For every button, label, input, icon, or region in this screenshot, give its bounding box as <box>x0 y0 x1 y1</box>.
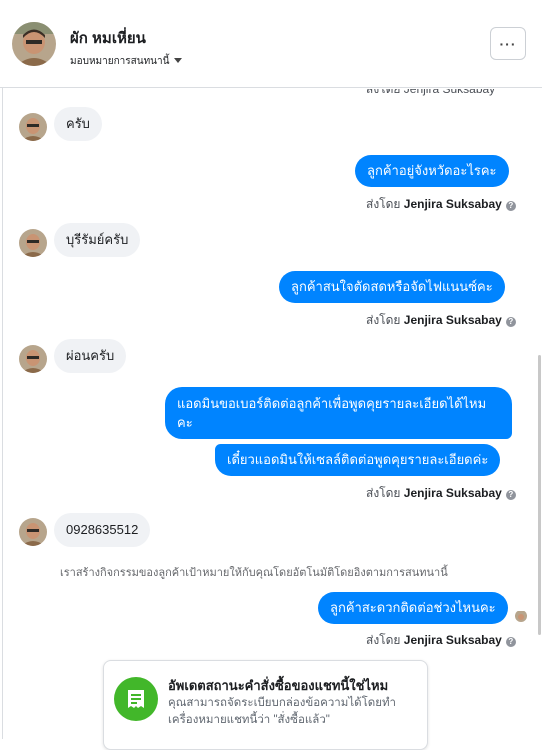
info-icon[interactable]: ? <box>505 317 516 327</box>
received-message[interactable]: บุรีรัมย์ครับ <box>54 223 141 257</box>
received-message[interactable]: ครับ <box>54 107 102 141</box>
sent-by-partial: ส่งโดย Jenjira Suksabay <box>366 89 496 96</box>
info-icon[interactable]: ? <box>505 637 516 647</box>
sent-by-label: ส่งโดย Jenjira Suksabay? <box>366 484 516 503</box>
contact-avatar-small <box>19 113 47 141</box>
more-icon: ··· <box>499 35 517 52</box>
info-icon[interactable]: ? <box>505 201 516 211</box>
sent-by-prefix: ส่งโดย <box>366 486 401 500</box>
received-message[interactable]: 0928635512 <box>54 513 151 547</box>
sent-message[interactable]: เดี๋ยวแอดมินให้เซลล์ติดต่อพูดคุยรายละเอี… <box>215 444 501 476</box>
sent-by-prefix: ส่งโดย <box>366 313 401 327</box>
contact-avatar[interactable] <box>12 22 56 66</box>
system-note: เราสร้างกิจกรรมของลูกค้าเป้าหมายให้กับคุ… <box>60 567 448 579</box>
agent-name: Jenjira Suksabay <box>403 197 502 211</box>
received-message[interactable]: ผ่อนครับ <box>54 339 127 373</box>
prompt-body: คุณสามารถจัดระเบียบกล่องข้อความได้โดยทำเ… <box>168 697 397 726</box>
assign-conversation-dropdown[interactable]: มอบหมายการสนทนานี้ <box>70 54 183 69</box>
order-icon <box>114 677 158 721</box>
seen-avatar <box>515 610 527 622</box>
contact-avatar-small <box>19 345 47 373</box>
sent-by-label: ส่งโดย Jenjira Suksabay? <box>366 195 516 214</box>
info-icon[interactable]: ? <box>505 490 516 500</box>
sent-by-prefix: ส่งโดย <box>366 197 401 211</box>
sent-message[interactable]: ลูกค้าสนใจตัดสดหรือจัดไฟแนนซ์คะ <box>279 271 505 303</box>
assign-label: มอบหมายการสนทนานี้ <box>70 56 170 67</box>
scrollbar[interactable] <box>538 355 541 635</box>
sent-by-label: ส่งโดย Jenjira Suksabay? <box>366 631 516 650</box>
agent-name: Jenjira Suksabay <box>403 633 502 647</box>
sent-message[interactable]: ลูกค้าสะดวกติดต่อช่วงไหนคะ <box>318 592 508 624</box>
sent-message[interactable]: ลูกค้าอยู่จังหวัดอะไรคะ <box>355 155 509 187</box>
contact-avatar-small <box>19 229 47 257</box>
agent-name: Jenjira Suksabay <box>403 313 502 327</box>
more-options-button[interactable]: ··· <box>490 27 526 60</box>
caret-down-icon <box>174 58 183 63</box>
agent-name: Jenjira Suksabay <box>403 486 502 500</box>
sent-by-label: ส่งโดย Jenjira Suksabay? <box>366 311 516 330</box>
order-status-prompt[interactable]: อัพเดตสถานะคำสั่งซื้อของแชทนี้ใช่ไหม คุณ… <box>103 660 428 750</box>
conversation-header: ผัก หมเหี่ยน มอบหมายการสนทนานี้ ··· <box>0 0 542 88</box>
sent-by-prefix: ส่งโดย <box>366 633 401 647</box>
contact-name: ผัก หมเหี่ยน <box>70 30 146 47</box>
prompt-title: อัพเดตสถานะคำสั่งซื้อของแชทนี้ใช่ไหม <box>168 678 389 693</box>
message-thread: ส่งโดย Jenjira Suksabay ครับ ลูกค้าอยู่จ… <box>0 89 542 739</box>
contact-avatar-small <box>19 518 47 546</box>
sent-message[interactable]: แอดมินขอเบอร์ติดต่อลูกค้าเพื่อพูดคุยรายล… <box>165 387 512 439</box>
